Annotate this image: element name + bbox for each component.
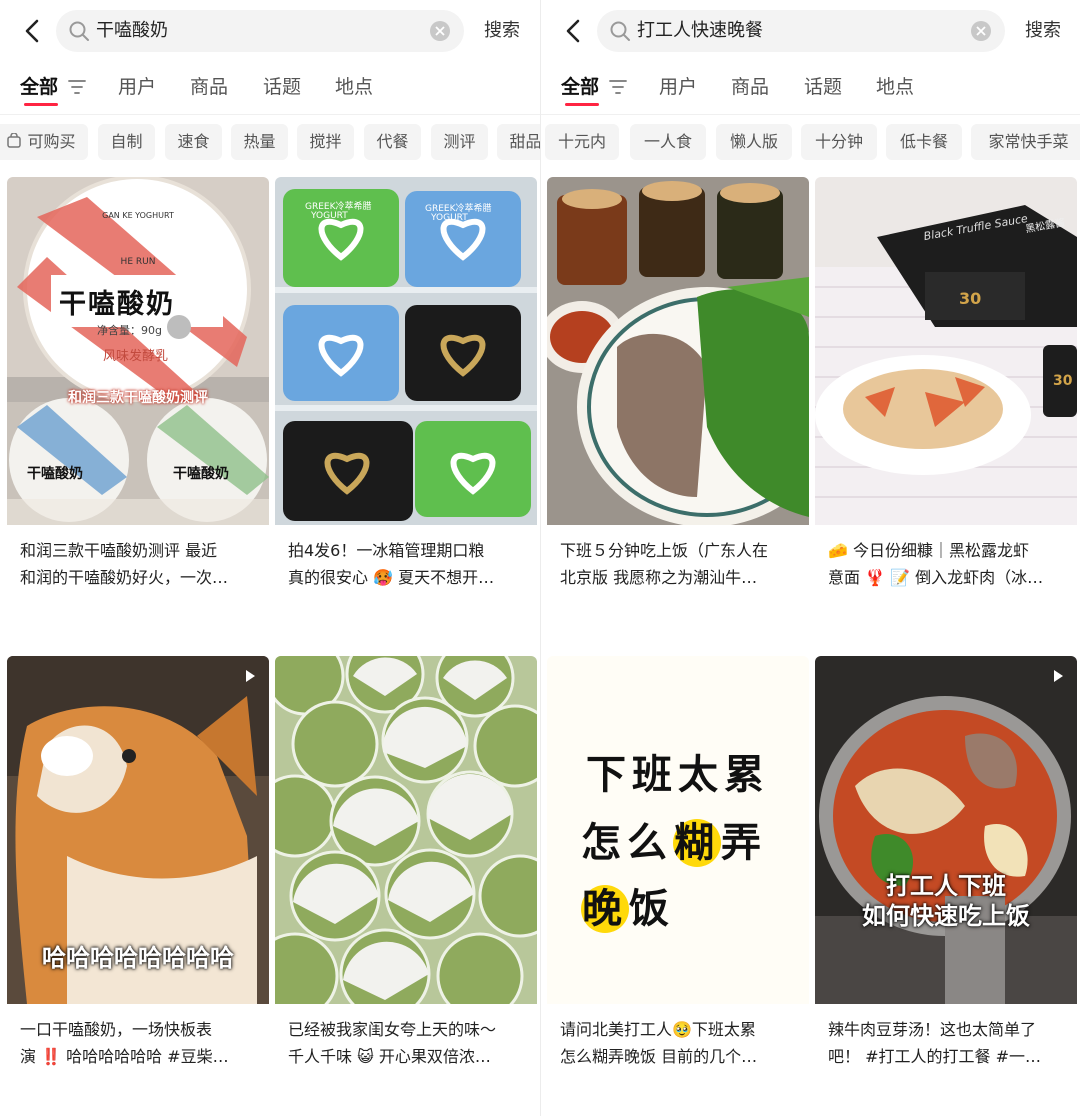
- play-icon: [246, 670, 255, 682]
- tabs-divider: [0, 114, 540, 115]
- chip-dessert[interactable]: 甜品: [497, 124, 540, 160]
- note-card[interactable]: 下班５分钟吃上饭（广东人在 北京版 我愿称之为潮汕牛…: [547, 177, 809, 643]
- cart-icon: [7, 132, 22, 148]
- pouch-product-label: YOGURT: [311, 211, 348, 221]
- note-title: 已经被我家闺女夸上天的味～ 千人千味 😺 开心果双倍浓…: [288, 1020, 497, 1066]
- note-cover-pistachio-cups: [275, 656, 537, 1004]
- lid-net-weight: 净含量：90g: [97, 324, 162, 337]
- note-title: 拍4发6！一冰箱管理期口粮 真的很安心 🥵 夏天不想开…: [288, 541, 495, 587]
- search-query: 干嗑酸奶: [96, 20, 168, 41]
- chip-instant[interactable]: 速食: [165, 124, 222, 160]
- filter-icon[interactable]: [68, 79, 86, 95]
- small-lid-label: 干嗑酸奶: [27, 466, 83, 482]
- lid-flavor: 风味发酵乳: [103, 349, 169, 364]
- note-card[interactable]: 已经被我家闺女夸上天的味～ 千人千味 😺 开心果双倍浓…: [275, 656, 537, 1116]
- note-cover-truffle-pasta: Black Truffle Sauce 黑松露酱 30 30: [815, 177, 1077, 525]
- search-button[interactable]: 搜索: [484, 10, 520, 52]
- search-bar-row: 打工人快速晚餐 搜索: [541, 10, 1080, 52]
- filter-icon[interactable]: [609, 79, 627, 95]
- filter-chips: 十元内 一人食 懒人版 十分钟 低卡餐 家常快手菜: [541, 124, 1080, 160]
- search-bar-row: 干嗑酸奶 搜索: [0, 10, 540, 52]
- chip-purchasable[interactable]: 可购买: [0, 124, 88, 160]
- note-card[interactable]: GAN KE YOGHURT HE RUN 干嗑酸奶 净含量：90g 风味发酵乳…: [7, 177, 269, 643]
- cover-banner-text: 和润三款干嗑酸奶测评: [68, 390, 208, 406]
- tab-users[interactable]: 用户: [118, 70, 156, 104]
- chip-ten-minutes[interactable]: 十分钟: [801, 124, 877, 160]
- search-input[interactable]: 干嗑酸奶: [56, 10, 464, 52]
- search-icon: [69, 21, 89, 41]
- active-tab-underline: [24, 103, 58, 106]
- right-search-screen: 打工人快速晚餐 搜索 全部 用户 商品 话题 地点 十元内 一人食 懒人版 十分…: [541, 0, 1080, 1116]
- tab-all[interactable]: 全部: [561, 70, 599, 104]
- note-cover-shiba-dog: 哈哈哈哈哈哈哈哈: [7, 656, 269, 1004]
- note-cover-beef-soup: 打工人下班 如何快速吃上饭: [815, 656, 1077, 1004]
- lid-english-label: GAN KE YOGHURT: [102, 211, 174, 220]
- note-title: 辣牛肉豆芽汤！这也太简单了 吧！ #打工人的打工餐 #一…: [828, 1020, 1041, 1066]
- tab-all[interactable]: 全部: [20, 70, 58, 104]
- cover-caption-line-2: 如何快速吃上饭: [862, 902, 1030, 930]
- tab-topics[interactable]: 话题: [804, 70, 842, 104]
- lid-product-name: 干嗑酸奶: [59, 289, 175, 320]
- tab-products[interactable]: 商品: [731, 70, 769, 104]
- search-button[interactable]: 搜索: [1025, 10, 1061, 52]
- filter-chips: 可购买 自制 速食 热量 搅拌 代餐 测评 甜品: [0, 124, 540, 160]
- result-tabs: 全部 用户 商品 话题 地点: [561, 70, 1080, 110]
- back-arrow-icon[interactable]: [559, 16, 589, 46]
- search-input[interactable]: 打工人快速晚餐: [597, 10, 1005, 52]
- chip-homemade[interactable]: 自制: [98, 124, 155, 160]
- note-card[interactable]: 打工人下班 如何快速吃上饭 辣牛肉豆芽汤！这也太简单了 吧！ #打工人的打工餐 …: [815, 656, 1077, 1116]
- chip-single-meal[interactable]: 一人食: [630, 124, 706, 160]
- tab-places[interactable]: 地点: [876, 70, 914, 104]
- note-title: 请问北美打工人🥹下班太累 怎么糊弄晚饭 目前的几个…: [560, 1020, 758, 1066]
- chip-review[interactable]: 测评: [431, 124, 488, 160]
- chip-calories[interactable]: 热量: [231, 124, 288, 160]
- note-cover-beef-greens: [547, 177, 809, 525]
- clear-icon[interactable]: [971, 21, 991, 41]
- search-icon: [610, 21, 630, 41]
- note-title: 一口干嗑酸奶，一场快板表 演 ‼️ 哈哈哈哈哈哈 #豆柴…: [20, 1020, 229, 1066]
- poster-line-1: 下班太累: [586, 752, 770, 798]
- note-card[interactable]: 下班太累 怎么糊弄 晚饭 请问北美打工人🥹下班太累 怎么糊弄晚饭 目前的几个…: [547, 656, 809, 1116]
- note-card[interactable]: Black Truffle Sauce 黑松露酱 30 30 🧀 今日份细糠｜黑…: [815, 177, 1077, 643]
- jar-number-label: 30: [959, 289, 982, 308]
- back-arrow-icon[interactable]: [18, 16, 48, 46]
- pouch-product-label: YOGURT: [431, 213, 468, 223]
- result-tabs: 全部 用户 商品 话题 地点: [20, 70, 540, 110]
- note-cover-text-poster: 下班太累 怎么糊弄 晚饭: [547, 656, 809, 1004]
- chip-low-calorie[interactable]: 低卡餐: [886, 124, 962, 160]
- poster-line-3: 晚饭: [581, 885, 675, 933]
- tab-products[interactable]: 商品: [190, 70, 228, 104]
- tab-topics[interactable]: 话题: [263, 70, 301, 104]
- tabs-divider: [541, 114, 1080, 115]
- chip-home-quick-dish[interactable]: 家常快手菜: [971, 124, 1080, 160]
- play-icon: [1054, 670, 1063, 682]
- active-tab-underline: [565, 103, 599, 106]
- clear-icon[interactable]: [430, 21, 450, 41]
- jar-number-label: 30: [1053, 373, 1073, 389]
- note-title: 下班５分钟吃上饭（广东人在 北京版 我愿称之为潮汕牛…: [560, 541, 769, 587]
- lid-brand-label: HE RUN: [120, 257, 156, 267]
- tab-users[interactable]: 用户: [659, 70, 697, 104]
- note-title: 🧀 今日份细糠｜黑松露龙虾 意面 🦞 📝 倒入龙虾肉（冰…: [828, 541, 1044, 587]
- note-card[interactable]: GREEK冷萃希腊 YOGURT GREEK冷萃希腊 YOGURT 拍4发6！一…: [275, 177, 537, 643]
- chip-stir[interactable]: 搅拌: [297, 124, 354, 160]
- tab-places[interactable]: 地点: [335, 70, 373, 104]
- note-cover-fridge-yogurt: GREEK冷萃希腊 YOGURT GREEK冷萃希腊 YOGURT: [275, 177, 537, 525]
- note-card[interactable]: 哈哈哈哈哈哈哈哈 一口干嗑酸奶，一场快板表 演 ‼️ 哈哈哈哈哈哈 #豆柴…: [7, 656, 269, 1116]
- cover-caption: 哈哈哈哈哈哈哈哈: [42, 944, 234, 972]
- poster-line-2: 怎么糊弄: [581, 819, 767, 867]
- small-lid-label: 干嗑酸奶: [173, 466, 229, 482]
- note-title: 和润三款干嗑酸奶测评 最近 和润的干嗑酸奶好火，一次…: [20, 541, 229, 587]
- left-search-screen: 干嗑酸奶 搜索 全部 用户 商品 话题 地点 可购买 自制 速食 热量 搅拌 代…: [0, 0, 540, 1116]
- search-query: 打工人快速晚餐: [637, 20, 763, 41]
- chip-under-ten-yuan[interactable]: 十元内: [545, 124, 619, 160]
- note-cover-yogurt-cups: GAN KE YOGHURT HE RUN 干嗑酸奶 净含量：90g 风味发酵乳…: [7, 177, 269, 525]
- chip-lazy-version[interactable]: 懒人版: [716, 124, 792, 160]
- chip-meal-replacement[interactable]: 代餐: [364, 124, 421, 160]
